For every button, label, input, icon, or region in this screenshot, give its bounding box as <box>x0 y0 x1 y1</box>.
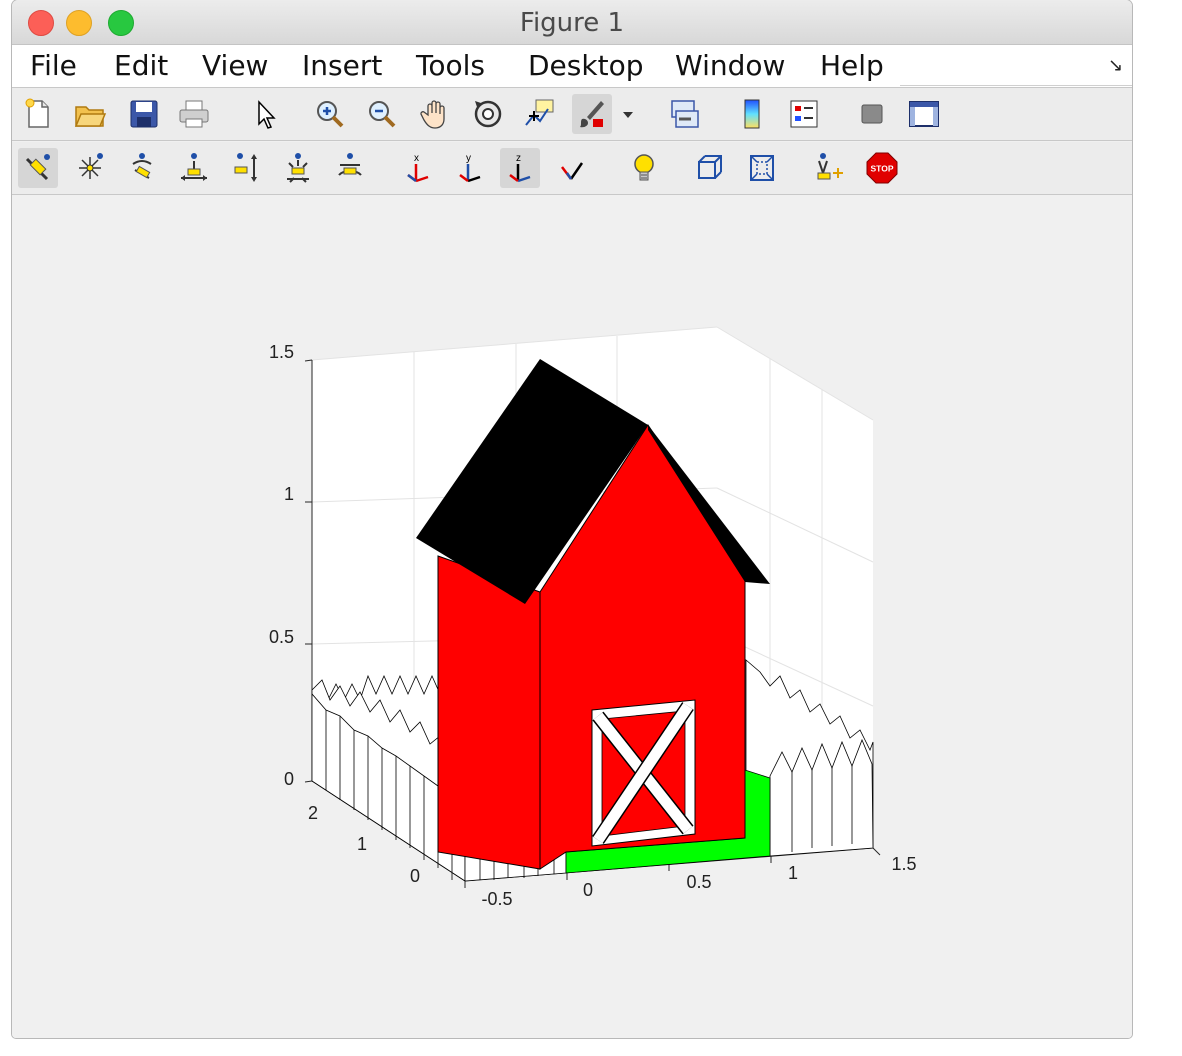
menu-file[interactable]: File <box>30 49 77 82</box>
brush-dropdown-icon[interactable] <box>618 94 638 134</box>
axes-3d[interactable]: 0 0.5 1 1.5 -0.5 0 0.5 1 1.5 0 1 2 <box>12 195 1132 1038</box>
y-tick: 1 <box>357 834 367 854</box>
menu-window[interactable]: Window <box>675 49 785 82</box>
menu-edit[interactable]: Edit <box>114 49 168 82</box>
brush-icon[interactable] <box>572 94 612 134</box>
figure-window: Figure 1 File Edit View Insert Tools Des… <box>12 0 1132 1038</box>
reset-camera-icon[interactable] <box>810 148 850 188</box>
colorbar-icon[interactable] <box>732 94 772 134</box>
menu-insert[interactable]: Insert <box>302 49 382 82</box>
roll-camera-icon[interactable] <box>330 148 370 188</box>
figure-toolbar <box>12 88 1132 141</box>
camera-orbit-icon[interactable] <box>18 148 58 188</box>
stop-sign-text: STOP <box>871 164 894 174</box>
z-tick: 1 <box>284 484 294 504</box>
move-camera-forward-icon[interactable] <box>226 148 266 188</box>
pan-tilt-camera-icon[interactable] <box>122 148 162 188</box>
x-tick: -0.5 <box>481 889 512 909</box>
menu-tools[interactable]: Tools <box>416 49 485 82</box>
show-plot-tools-icon[interactable] <box>904 94 944 134</box>
x-tick: 1 <box>788 863 798 883</box>
rotate-3d-icon[interactable] <box>468 94 508 134</box>
new-figure-icon[interactable] <box>18 94 58 134</box>
menu-help[interactable]: Help <box>820 49 884 82</box>
z-tick: 0.5 <box>269 627 294 647</box>
menu-view[interactable]: View <box>202 49 268 82</box>
z-principal-axis-icon[interactable]: z <box>500 148 540 188</box>
title-bar[interactable]: Figure 1 <box>12 0 1132 45</box>
zoom-in-icon[interactable] <box>310 94 350 134</box>
y-principal-axis-icon[interactable]: y <box>450 148 490 188</box>
zoom-camera-icon[interactable] <box>278 148 318 188</box>
orthographic-projection-icon[interactable] <box>690 148 730 188</box>
pan-hand-icon[interactable] <box>416 94 456 134</box>
camera-toolbar: x y z STOP <box>12 142 1132 195</box>
menu-divider <box>900 85 1132 86</box>
x-tick: 0 <box>583 880 593 900</box>
y-tick: 0 <box>410 866 420 886</box>
z-axis-ticks: 0 0.5 1 1.5 <box>269 342 294 789</box>
zoom-out-icon[interactable] <box>362 94 402 134</box>
y-tick: 2 <box>308 803 318 823</box>
no-principal-axis-icon[interactable] <box>552 148 592 188</box>
edit-plot-arrow-icon[interactable] <box>244 94 284 134</box>
perspective-projection-icon[interactable] <box>742 148 782 188</box>
open-file-icon[interactable] <box>70 94 110 134</box>
z-tick: 0 <box>284 769 294 789</box>
data-cursor-icon[interactable] <box>520 94 560 134</box>
x-tick: 1.5 <box>891 854 916 874</box>
print-icon[interactable] <box>174 94 214 134</box>
barn-door <box>591 699 696 847</box>
orbit-scene-light-icon[interactable] <box>70 148 110 188</box>
move-camera-horizontal-icon[interactable] <box>174 148 214 188</box>
toggle-scene-light-icon[interactable] <box>624 148 664 188</box>
svg-text:x: x <box>414 153 419 164</box>
legend-icon[interactable] <box>784 94 824 134</box>
svg-text:y: y <box>466 153 471 164</box>
svg-text:z: z <box>516 153 521 164</box>
save-icon[interactable] <box>124 94 164 134</box>
menu-desktop[interactable]: Desktop <box>528 49 643 82</box>
hide-plot-tools-icon[interactable] <box>852 94 892 134</box>
link-plot-icon[interactable] <box>664 94 704 134</box>
menu-bar: File Edit View Insert Tools Desktop Wind… <box>12 45 1132 88</box>
window-title: Figure 1 <box>519 8 625 38</box>
z-tick: 1.5 <box>269 342 294 362</box>
x-tick: 0.5 <box>686 872 711 892</box>
figure-canvas[interactable]: 0 0.5 1 1.5 -0.5 0 0.5 1 1.5 0 1 2 <box>12 195 1132 1038</box>
x-principal-axis-icon[interactable]: x <box>398 148 438 188</box>
dock-figure-icon[interactable]: ↘ <box>1108 55 1123 76</box>
stop-camera-icon[interactable]: STOP <box>862 148 902 188</box>
